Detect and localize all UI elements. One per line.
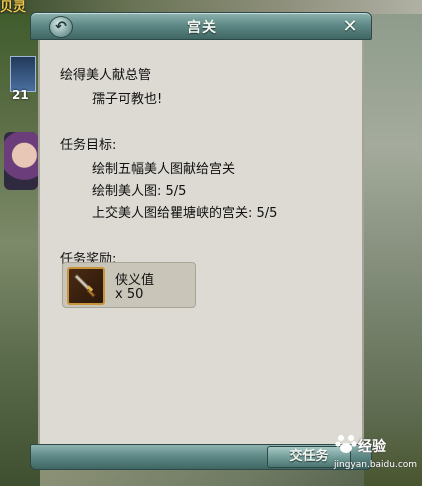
watermark-brand: 经验 [358,439,386,455]
reward-name: 侠义值 [115,273,155,288]
game-top-left-text: 贝灵 [0,0,27,15]
dialog-panel: 绘得美人献总管 孺子可教也! 任务目标: 绘制五幅美人图献给宫关 绘制美人图: … [38,40,364,446]
objective-item: 绘制美人图: 5/5 [92,184,187,199]
dialog-bottom-bar: 交任务 [30,444,372,470]
close-icon[interactable]: ✕ [339,16,361,38]
objective-heading: 任务目标: [60,138,117,153]
intro-text: 孺子可教也! [92,92,163,107]
baidu-jingyan-watermark: 经验 jingyan.baidu.com [322,430,422,486]
reward-quantity: x 50 [115,287,144,302]
dialog-title: 宫关 [187,20,217,36]
intro-heading: 绘得美人献总管 [60,68,152,83]
watermark-url: jingyan.baidu.com [334,460,418,470]
dialog-title-bar[interactable]: ↶ 宫关 ✕ [30,12,372,40]
game-world-right [364,0,422,486]
reward-item[interactable]: 侠义值 x 50 [62,262,196,308]
hud-item-count: 21 [12,88,29,102]
objective-title: 绘制五幅美人图献给宫关 [92,162,236,177]
quest-dialog: ↶ 宫关 ✕ 绘得美人献总管 孺子可教也! 任务目标: 绘制五幅美人图献给宫关 … [30,12,372,472]
paw-icon [335,435,357,453]
dagger-icon [67,267,105,305]
objective-item: 上交美人图给瞿塘峡的宫关: 5/5 [92,206,278,221]
